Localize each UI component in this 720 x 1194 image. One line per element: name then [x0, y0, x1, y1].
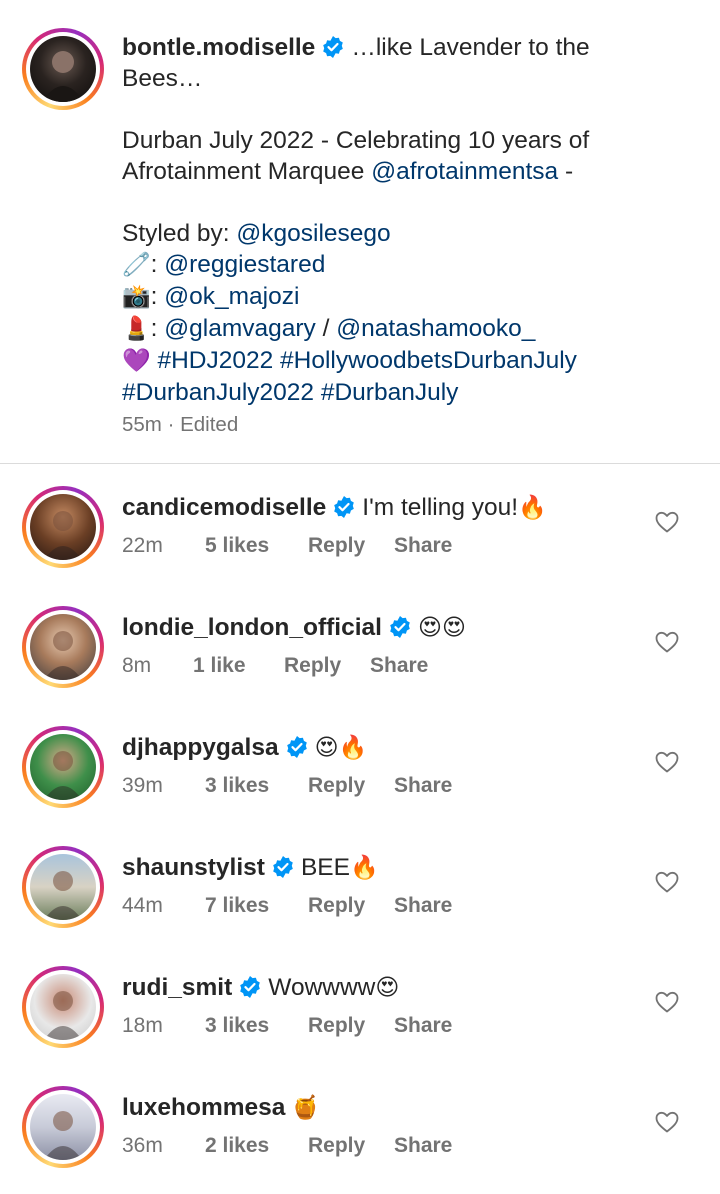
- share-button[interactable]: Share: [394, 774, 452, 798]
- comment-time: 36m: [122, 1134, 163, 1157]
- commenter-username[interactable]: shaunstylist: [122, 854, 265, 881]
- comment-time: 18m: [122, 1014, 163, 1037]
- verified-badge-icon: [390, 616, 410, 638]
- post-timestamp: 55m · Edited: [122, 413, 239, 436]
- mention-link[interactable]: @ok_majozi: [164, 283, 299, 310]
- caption-colon: :: [150, 283, 165, 310]
- camera-emoji: 📸: [122, 284, 151, 310]
- comment-emoji: 😍🔥: [314, 735, 368, 761]
- comment-text: Wowwww: [268, 974, 376, 1001]
- comment-emoji: 🔥: [350, 855, 379, 881]
- hashtags[interactable]: #DurbanJuly2022 #DurbanJuly: [122, 379, 458, 406]
- comment-likes[interactable]: 1 like: [193, 654, 246, 678]
- comment-emoji: 😍: [375, 975, 400, 1001]
- hashtags[interactable]: #HDJ2022 #HollywoodbetsDurbanJuly: [157, 347, 576, 374]
- heart-outline-icon[interactable]: [654, 870, 680, 894]
- comment-row: londie_london_official 😍😍 8m 1 like Reply…: [0, 606, 720, 726]
- comment-time: 8m: [122, 654, 152, 677]
- commenter-avatar[interactable]: [22, 606, 104, 688]
- verified-badge-icon: [286, 736, 307, 758]
- verified-badge-icon: [323, 36, 344, 58]
- commenter-username[interactable]: londie_london_official: [122, 614, 382, 641]
- reply-button[interactable]: Reply: [308, 534, 365, 558]
- caption-slash: /: [315, 315, 337, 342]
- comment-likes[interactable]: 3 likes: [205, 1014, 269, 1038]
- caption-colon: :: [150, 251, 165, 278]
- comment-emoji: 😍😍: [417, 615, 466, 641]
- caption-first-line: …like Lavender to the: [351, 34, 590, 61]
- reply-button[interactable]: Reply: [308, 1014, 365, 1038]
- commenter-avatar[interactable]: [22, 726, 104, 808]
- reply-button[interactable]: Reply: [308, 894, 365, 918]
- share-button[interactable]: Share: [394, 1014, 452, 1038]
- comment-row: shaunstylist BEE🔥 44m 7 likes Reply Share: [0, 846, 720, 966]
- heart-outline-icon[interactable]: [654, 1110, 680, 1134]
- comment-time: 39m: [122, 774, 163, 797]
- heart-outline-icon[interactable]: [654, 750, 680, 774]
- post-author-username[interactable]: bontle.modiselle: [122, 34, 315, 61]
- comment-row: luxehommesa 🍯 36m 2 likes Reply Share: [0, 1086, 720, 1194]
- heart-outline-icon[interactable]: [654, 630, 680, 654]
- comment-emoji: 🍯: [291, 1095, 321, 1121]
- commenter-username[interactable]: candicemodiselle: [122, 494, 326, 521]
- commenter-username[interactable]: rudi_smit: [122, 974, 232, 1001]
- comment-row: candicemodiselle I'm telling you!🔥 22m 5 …: [0, 486, 720, 606]
- verified-badge-icon: [240, 976, 261, 998]
- comment-emoji: 🔥: [518, 495, 547, 521]
- reply-button[interactable]: Reply: [308, 1134, 365, 1158]
- caption-line: Afrotainment Marquee: [122, 158, 365, 185]
- share-button[interactable]: Share: [394, 894, 452, 918]
- mention-link[interactable]: @afrotainmentsa: [371, 158, 558, 185]
- commenter-avatar[interactable]: [22, 486, 104, 568]
- heart-outline-icon[interactable]: [654, 990, 680, 1014]
- verified-badge-icon: [334, 496, 355, 518]
- comment-text: BEE: [300, 854, 350, 881]
- commenter-username[interactable]: luxehommesa: [122, 1094, 285, 1121]
- caption-colon: :: [150, 315, 165, 342]
- mention-link[interactable]: @natashamooko_: [336, 315, 535, 342]
- share-button[interactable]: Share: [370, 654, 428, 678]
- post-caption: bontle.modiselle …like Lavender to the Be…: [122, 32, 682, 408]
- commenter-avatar[interactable]: [22, 846, 104, 928]
- commenter-avatar[interactable]: [22, 1086, 104, 1168]
- comment-likes[interactable]: 3 likes: [205, 774, 269, 798]
- divider: [0, 463, 720, 464]
- comment-row: rudi_smit Wowwww😍 18m 3 likes Reply Share: [0, 966, 720, 1086]
- lipstick-emoji: 💄: [122, 316, 151, 342]
- caption-line: Durban July 2022 - Celebrating 10 years …: [122, 127, 590, 154]
- commenter-avatar[interactable]: [22, 966, 104, 1048]
- comment-likes[interactable]: 2 likes: [205, 1134, 269, 1158]
- verified-badge-icon: [273, 856, 293, 878]
- purple-heart-emoji: 💜: [122, 348, 151, 374]
- heart-outline-icon[interactable]: [654, 510, 680, 534]
- caption-line: Styled by:: [122, 220, 230, 247]
- mention-link[interactable]: @reggiestared: [164, 251, 325, 278]
- comment-text: I'm telling you!: [362, 494, 519, 521]
- mention-link[interactable]: @kgosilesego: [236, 220, 390, 247]
- post-author-avatar[interactable]: [22, 28, 104, 110]
- reply-button[interactable]: Reply: [284, 654, 341, 678]
- caption-dash: -: [558, 158, 574, 185]
- mention-link[interactable]: @glamvagary: [164, 315, 316, 342]
- commenter-username[interactable]: djhappygalsa: [122, 734, 279, 761]
- comment-likes[interactable]: 7 likes: [205, 894, 269, 918]
- comment-time: 44m: [122, 894, 163, 917]
- caption-line: Bees…: [122, 65, 203, 92]
- share-button[interactable]: Share: [394, 534, 452, 558]
- comment-time: 22m: [122, 534, 163, 557]
- share-button[interactable]: Share: [394, 1134, 452, 1158]
- comment-likes[interactable]: 5 likes: [205, 534, 269, 558]
- safety-pin-emoji: 🧷: [122, 252, 151, 278]
- reply-button[interactable]: Reply: [308, 774, 365, 798]
- comment-row: djhappygalsa 😍🔥 39m 3 likes Reply Share: [0, 726, 720, 846]
